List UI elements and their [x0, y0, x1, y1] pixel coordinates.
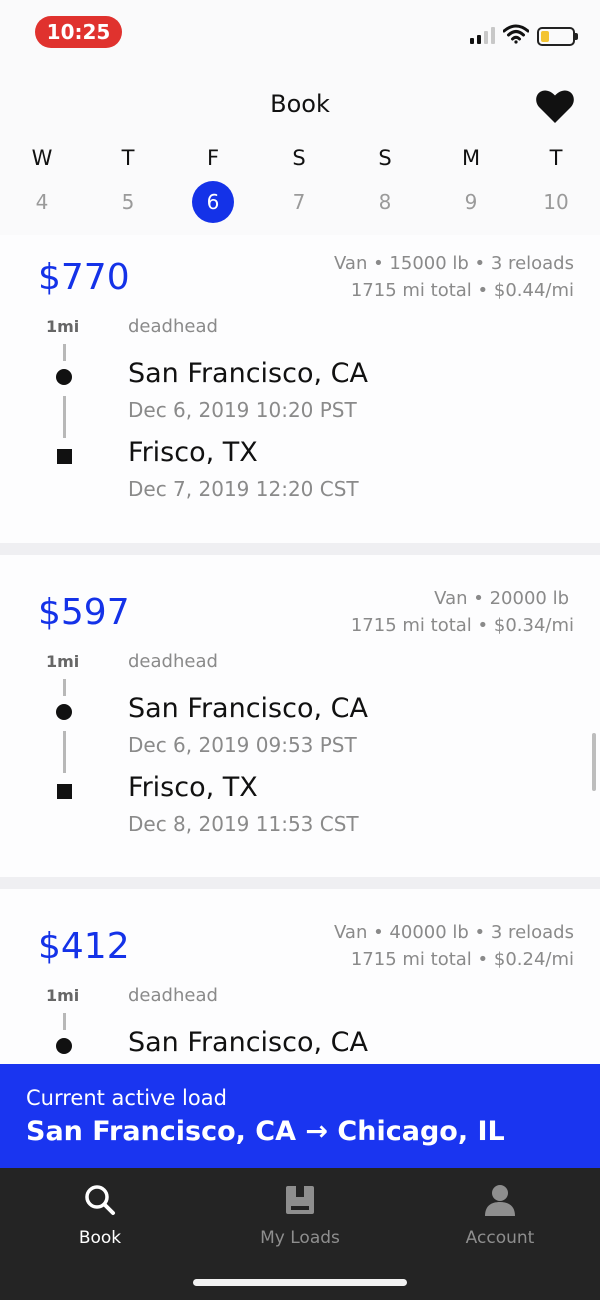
day-letter: S	[378, 146, 392, 170]
day-number: 4	[35, 190, 49, 214]
destination-city: Frisco, TX	[128, 437, 258, 468]
active-load-route: San Francisco, CA → Chicago, IL	[26, 1116, 505, 1147]
load-meta-equipment: Van • 15000 lb • 3 reloads	[334, 253, 574, 274]
date-day-thu[interactable]: T 5	[98, 143, 158, 223]
day-number-selected: 6	[192, 181, 234, 223]
scrollbar[interactable]	[592, 733, 596, 791]
date-day-sat[interactable]: S 7	[269, 143, 329, 223]
origin-dot-icon	[56, 704, 72, 720]
status-bar: 10:25	[0, 0, 600, 60]
cellular-signal-icon	[470, 26, 495, 44]
date-day-tue[interactable]: T 10	[526, 143, 586, 223]
load-price: $412	[38, 926, 130, 967]
route-line	[63, 731, 66, 773]
load-meta: Van • 40000 lb • 3 reloads 1715 mi total…	[334, 919, 574, 973]
wifi-icon	[503, 24, 529, 44]
date-day-mon[interactable]: M 9	[441, 143, 501, 223]
day-number: 10	[543, 190, 569, 214]
load-price: $770	[38, 257, 130, 298]
load-meta-rate: 1715 mi total • $0.34/mi	[350, 615, 574, 636]
day-letter: S	[292, 146, 306, 170]
date-day-wed[interactable]: W 4	[12, 143, 72, 223]
load-card[interactable]: $412 Van • 40000 lb • 3 reloads 1715 mi …	[0, 889, 600, 1064]
day-number: 7	[292, 190, 306, 214]
origin-datetime: Dec 6, 2019 10:20 PST	[128, 398, 357, 422]
package-icon	[286, 1186, 314, 1214]
destination-datetime: Dec 8, 2019 11:53 CST	[128, 812, 359, 836]
day-letter: F	[206, 146, 220, 170]
load-meta-equipment: Van • 20000 lb	[434, 588, 569, 609]
card-divider	[0, 543, 600, 555]
battery-icon	[537, 27, 578, 46]
person-icon	[485, 1185, 515, 1216]
origin-city: San Francisco, CA	[128, 358, 368, 389]
origin-city: San Francisco, CA	[128, 1027, 368, 1058]
status-time: 10:25	[35, 16, 122, 48]
load-card[interactable]: $597 Van • 20000 lb 1715 mi total • $0.3…	[0, 555, 600, 877]
day-letter: W	[31, 146, 53, 170]
origin-dot-icon	[56, 369, 72, 385]
active-load-label: Current active load	[26, 1086, 227, 1110]
tab-account[interactable]: Account	[400, 1178, 600, 1258]
route-line	[63, 1013, 66, 1030]
tab-label: Account	[465, 1228, 535, 1248]
destination-city: Frisco, TX	[128, 772, 258, 803]
deadhead-label: deadhead	[128, 985, 218, 1006]
load-price: $597	[38, 592, 130, 633]
origin-city: San Francisco, CA	[128, 693, 368, 724]
load-meta-rate: 1715 mi total • $0.24/mi	[350, 949, 574, 970]
deadhead-label: deadhead	[128, 651, 218, 672]
load-card[interactable]: $770 Van • 15000 lb • 3 reloads 1715 mi …	[0, 235, 600, 543]
deadhead-distance: 1mi	[46, 652, 80, 671]
deadhead-label: deadhead	[128, 316, 218, 337]
home-indicator[interactable]	[193, 1279, 407, 1286]
heart-icon[interactable]	[536, 90, 574, 124]
origin-dot-icon	[56, 1038, 72, 1054]
tab-book[interactable]: Book	[0, 1178, 200, 1258]
deadhead-distance: 1mi	[46, 317, 80, 336]
search-icon	[85, 1185, 115, 1215]
card-divider	[0, 877, 600, 889]
route-line	[63, 344, 66, 361]
date-day-sun[interactable]: S 8	[355, 143, 415, 223]
destination-square-icon	[57, 449, 72, 464]
date-day-fri[interactable]: F 6	[183, 143, 243, 223]
day-letter: T	[121, 146, 135, 170]
day-letter: T	[549, 146, 563, 170]
destination-datetime: Dec 7, 2019 12:20 CST	[128, 477, 359, 501]
deadhead-distance: 1mi	[46, 986, 80, 1005]
origin-datetime: Dec 6, 2019 09:53 PST	[128, 733, 357, 757]
load-meta-rate: 1715 mi total • $0.44/mi	[350, 280, 574, 301]
route-line	[63, 396, 66, 438]
destination-square-icon	[57, 784, 72, 799]
day-number: 9	[464, 190, 478, 214]
tab-label: Book	[78, 1228, 122, 1248]
day-number: 5	[121, 190, 135, 214]
day-letter: M	[461, 146, 481, 170]
load-meta: Van • 20000 lb	[434, 585, 569, 612]
route-line	[63, 679, 66, 696]
load-meta: Van • 15000 lb • 3 reloads 1715 mi total…	[334, 250, 574, 304]
tab-my-loads[interactable]: My Loads	[200, 1178, 400, 1258]
active-load-banner[interactable]: Current active load San Francisco, CA → …	[0, 1064, 600, 1168]
day-number: 8	[378, 190, 392, 214]
tab-label: My Loads	[260, 1228, 340, 1248]
page-title: Book	[270, 90, 330, 118]
load-meta-equipment: Van • 40000 lb • 3 reloads	[334, 922, 574, 943]
